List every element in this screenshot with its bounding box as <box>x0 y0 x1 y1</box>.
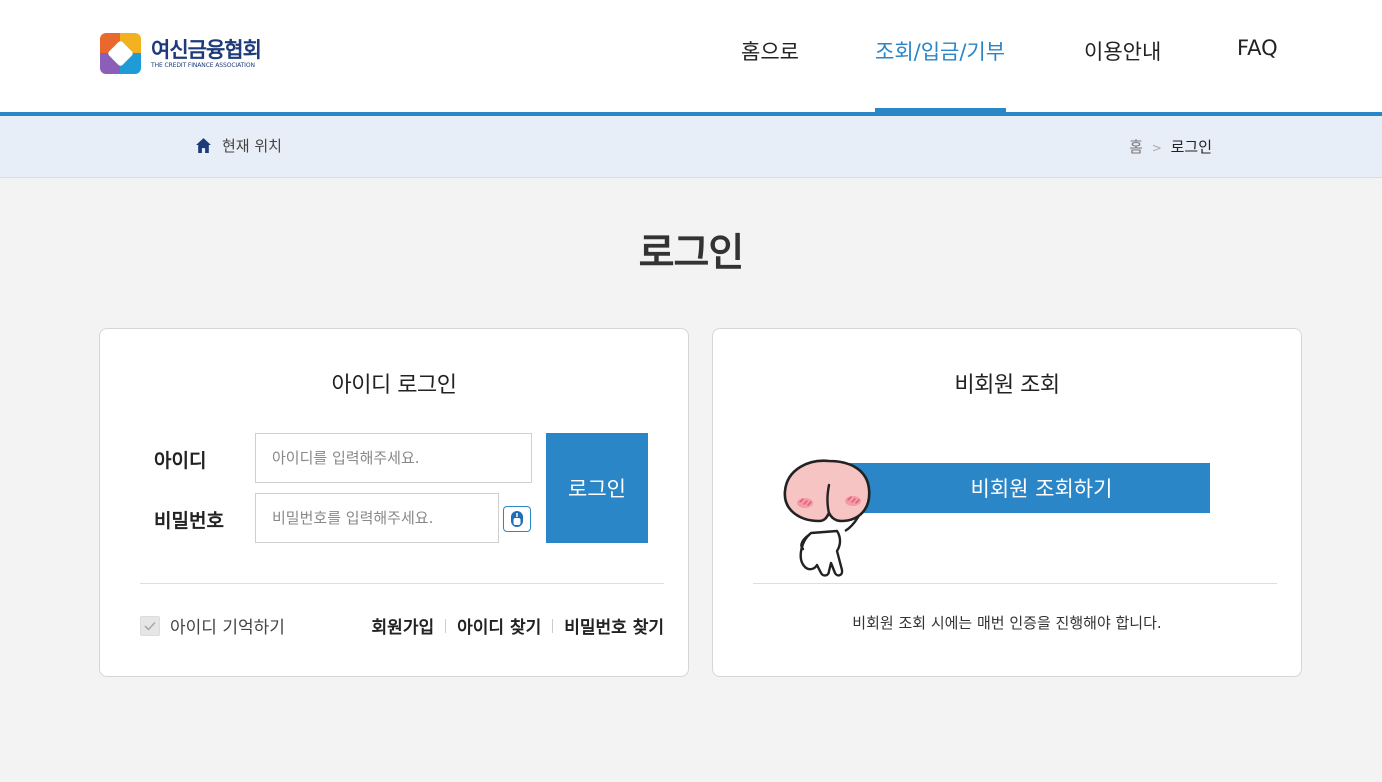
logo-mark-icon <box>100 33 141 74</box>
guest-inquiry-title: 비회원 조회 <box>954 373 1060 398</box>
site-logo[interactable]: 여신금융협회 THE CREDIT FINANCE ASSOCIATION <box>100 33 262 74</box>
check-icon <box>144 621 156 631</box>
breadcrumb-current: 로그인 <box>1170 138 1212 156</box>
id-label: 아이디 <box>154 450 207 472</box>
password-input[interactable] <box>255 493 499 543</box>
site-header: 여신금융협회 THE CREDIT FINANCE ASSOCIATION 홈으… <box>0 0 1382 116</box>
guest-inquiry-button[interactable]: 비회원 조회하기 <box>823 463 1210 513</box>
account-links: 회원가입 아이디 찾기 비밀번호 찾기 <box>372 613 664 638</box>
nav-inquiry-deposit-donation[interactable]: 조회/입금/기부 <box>875 36 1005 66</box>
logo-korean-name: 여신금융협회 <box>151 37 262 62</box>
find-password-link[interactable]: 비밀번호 찾기 <box>564 613 664 638</box>
guest-divider <box>753 583 1277 584</box>
guest-inquiry-note: 비회원 조회 시에는 매번 인증을 진행해야 합니다. <box>852 614 1162 632</box>
password-label: 비밀번호 <box>154 510 224 532</box>
peach-character-icon <box>783 459 871 577</box>
logo-english-name: THE CREDIT FINANCE ASSOCIATION <box>151 61 255 69</box>
home-icon <box>196 138 211 153</box>
checkbox-box[interactable] <box>140 615 160 636</box>
breadcrumb-separator: > <box>1151 141 1162 155</box>
nav-faq[interactable]: FAQ <box>1237 36 1278 60</box>
signup-link[interactable]: 회원가입 <box>372 613 435 638</box>
login-divider <box>140 583 664 584</box>
mouse-icon <box>511 511 523 527</box>
page-title: 로그인 <box>638 231 745 276</box>
current-location: 현재 위치 <box>195 135 282 156</box>
logo-text: 여신금융협회 THE CREDIT FINANCE ASSOCIATION <box>151 37 262 70</box>
remember-id-checkbox[interactable]: 아이디 기억하기 <box>140 613 285 638</box>
link-divider <box>445 618 447 633</box>
breadcrumb-home[interactable]: 홈 <box>1129 138 1143 156</box>
nav-usage-guide[interactable]: 이용안내 <box>1084 36 1161 66</box>
find-id-link[interactable]: 아이디 찾기 <box>457 613 541 638</box>
member-login-title: 아이디 로그인 <box>331 373 457 398</box>
nav-home[interactable]: 홈으로 <box>741 36 799 66</box>
login-button[interactable]: 로그인 <box>546 433 648 543</box>
member-login-panel: 아이디 로그인 아이디 비밀번호 로그인 아이디 기억하기 회원가입 아이디 찾… <box>99 328 689 677</box>
active-nav-indicator <box>875 108 1006 112</box>
guest-inquiry-panel: 비회원 조회 비회원 조회하기 비회원 조회 시에는 매번 인증을 진행해야 합… <box>712 328 1302 677</box>
location-label: 현재 위치 <box>222 137 282 155</box>
secure-keypad-button[interactable] <box>503 506 531 532</box>
breadcrumb: 홈 > 로그인 <box>1129 136 1212 157</box>
remember-id-label: 아이디 기억하기 <box>170 618 285 638</box>
link-divider <box>552 618 554 633</box>
location-bar: 현재 위치 홈 > 로그인 <box>0 116 1382 178</box>
id-input[interactable] <box>255 433 532 483</box>
